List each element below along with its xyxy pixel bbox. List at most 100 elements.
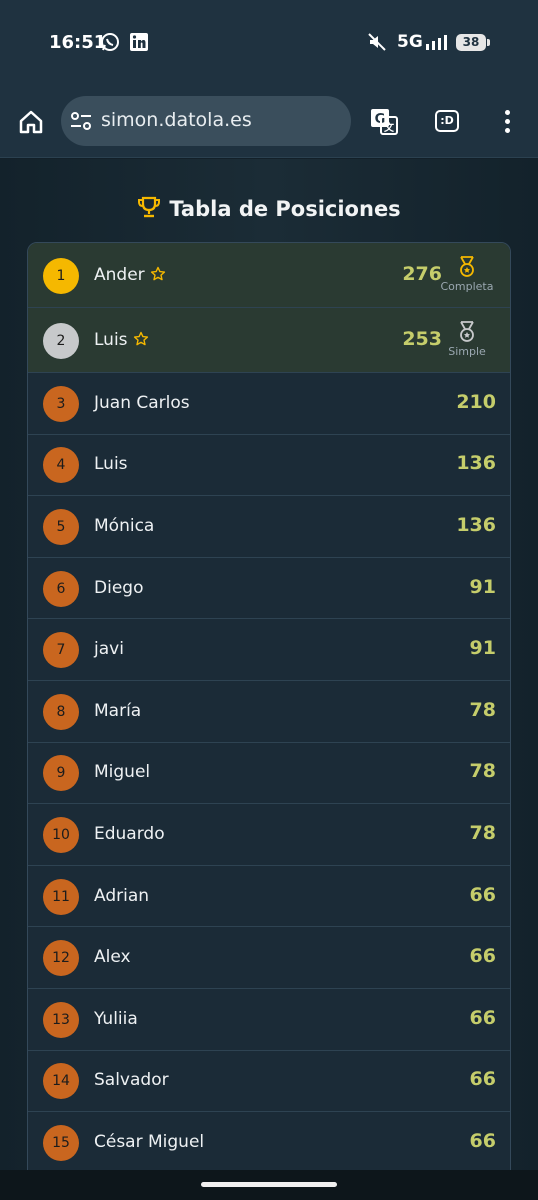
rank-badge: 7 xyxy=(43,632,79,669)
player-score: 210 xyxy=(456,390,496,413)
star-icon xyxy=(150,266,165,280)
site-settings-icon[interactable] xyxy=(70,111,92,131)
player-name-text: Salvador xyxy=(94,1070,169,1091)
player-name: Alex xyxy=(94,947,131,967)
player-name-text: Luis xyxy=(94,454,128,475)
rank-badge: 14 xyxy=(43,1063,79,1100)
rank-badge: 11 xyxy=(43,878,79,915)
system-nav-bar xyxy=(0,1170,538,1200)
status-bar: 16:51 5G 38 xyxy=(0,0,538,86)
player-score: 136 xyxy=(456,513,496,536)
rank-badge: 3 xyxy=(43,385,79,422)
player-score: 78 xyxy=(469,698,496,721)
translate-icon[interactable]: G 文 xyxy=(369,106,399,136)
rank-badge: 2 xyxy=(43,322,79,359)
rank-badge: 5 xyxy=(43,508,79,545)
player-name-text: Yuliia xyxy=(94,1008,138,1029)
player-score: 66 xyxy=(469,1006,496,1029)
leaderboard-row: 1 Ander 276 Completa xyxy=(28,243,510,308)
title-text: Tabla de Posiciones xyxy=(169,197,401,221)
player-score: 91 xyxy=(469,575,496,598)
player-name-text: César Miguel xyxy=(94,1131,205,1152)
player-name-text: javi xyxy=(94,639,124,660)
more-options-icon[interactable] xyxy=(498,108,518,136)
player-name: Yuliia xyxy=(94,1009,138,1029)
medal-icon xyxy=(460,320,474,342)
medal-badge: Simple xyxy=(437,320,497,358)
trophy-icon xyxy=(138,196,161,218)
player-name-text: Diego xyxy=(94,577,144,598)
leaderboard-row: 13 Yuliia 66 xyxy=(28,989,510,1051)
rank-badge: 6 xyxy=(43,570,79,607)
page-content: Tabla de Posiciones 1 Ander 276 Completa 2 Lu… xyxy=(0,159,538,1182)
leaderboard-row: 10 Eduardo 78 xyxy=(28,804,510,866)
leaderboard-row: 11 Adrian 66 xyxy=(28,866,510,928)
rank-badge: 9 xyxy=(43,755,79,792)
linkedin-icon xyxy=(130,33,148,51)
rank-badge: 8 xyxy=(43,693,79,730)
player-score: 91 xyxy=(469,637,496,660)
player-name: Juan Carlos xyxy=(94,393,190,413)
player-name-text: María xyxy=(94,700,142,721)
player-name-text: Miguel xyxy=(94,762,151,783)
player-name-text: Luis xyxy=(94,329,128,350)
leaderboard-row: 3 Juan Carlos 210 xyxy=(28,373,510,435)
leaderboard-row: 7 javi 91 xyxy=(28,619,510,681)
leaderboard-row: 8 María 78 xyxy=(28,681,510,743)
player-name-text: Ander xyxy=(94,264,145,285)
url-text: simon.datola.es xyxy=(101,109,252,131)
player-score: 136 xyxy=(456,452,496,475)
rank-badge: 10 xyxy=(43,816,79,853)
star-icon xyxy=(133,331,148,345)
leaderboard-row: 5 Mónica 136 xyxy=(28,496,510,558)
player-name-text: Alex xyxy=(94,947,131,968)
player-score: 78 xyxy=(469,760,496,783)
svg-text:文: 文 xyxy=(384,121,395,134)
medal-label: Simple xyxy=(448,344,486,358)
medal-label: Completa xyxy=(440,279,494,293)
medal-icon xyxy=(460,255,474,277)
player-name: Eduardo xyxy=(94,824,165,844)
leaderboard-row: 6 Diego 91 xyxy=(28,558,510,620)
extension-button[interactable]: :D xyxy=(435,110,459,132)
player-name-text: Juan Carlos xyxy=(94,392,190,413)
player-score: 66 xyxy=(469,1068,496,1091)
player-score: 78 xyxy=(469,821,496,844)
player-name-text: Adrian xyxy=(94,885,150,906)
rank-badge: 13 xyxy=(43,1001,79,1038)
battery-indicator: 38 xyxy=(456,34,490,51)
player-score: 66 xyxy=(469,1129,496,1152)
player-name-text: Mónica xyxy=(94,515,155,536)
rank-badge: 4 xyxy=(43,447,79,484)
player-score: 66 xyxy=(469,945,496,968)
network-label: 5G xyxy=(397,32,423,52)
player-name: Diego xyxy=(94,578,143,598)
player-name: javi xyxy=(94,639,124,659)
player-name: César Miguel xyxy=(94,1132,204,1152)
rank-badge: 15 xyxy=(43,1124,79,1161)
whatsapp-icon xyxy=(101,33,119,51)
leaderboard-row: 15 César Miguel 66 xyxy=(28,1112,510,1174)
leaderboard-table: 1 Ander 276 Completa 2 Luis 253 Simple 3 Juan Car… xyxy=(27,242,511,1182)
medal-badge: Completa xyxy=(437,255,497,293)
browser-toolbar: simon.datola.es G 文 :D xyxy=(0,86,538,158)
rank-badge: 12 xyxy=(43,940,79,977)
home-gesture-handle[interactable] xyxy=(201,1182,337,1187)
leaderboard-row: 4 Luis 136 xyxy=(28,435,510,497)
player-name: Adrian xyxy=(94,886,149,906)
mute-icon xyxy=(368,33,386,51)
leaderboard-row: 9 Miguel 78 xyxy=(28,743,510,805)
player-name: Ander xyxy=(94,265,166,285)
leaderboard-row: 14 Salvador 66 xyxy=(28,1051,510,1113)
home-icon[interactable] xyxy=(17,108,45,136)
address-bar[interactable]: simon.datola.es xyxy=(61,96,351,146)
leaderboard-row: 2 Luis 253 Simple xyxy=(28,308,510,373)
page-title: Tabla de Posiciones xyxy=(0,195,538,221)
leaderboard-row: 12 Alex 66 xyxy=(28,927,510,989)
player-name: Salvador xyxy=(94,1070,169,1090)
rank-badge: 1 xyxy=(43,257,79,294)
player-name: Mónica xyxy=(94,516,154,536)
player-name-text: Eduardo xyxy=(94,823,165,844)
player-name: Miguel xyxy=(94,762,150,782)
player-name: Luis xyxy=(94,454,128,474)
